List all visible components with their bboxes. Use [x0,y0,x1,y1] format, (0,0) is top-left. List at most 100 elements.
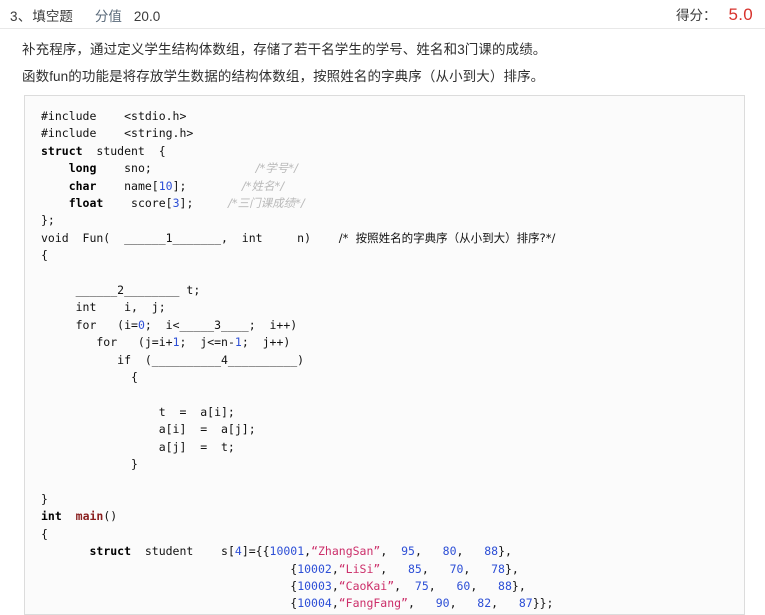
code-token: ; j++) [241,335,291,350]
code-token: student s[ [131,544,235,559]
code-token: 75 [414,578,429,593]
code-line: float score[3]; /*三门课成绩*/ [41,196,305,210]
question-header-left: 3、 填空题 分值 20.0 [10,5,160,25]
code-token: , [470,578,499,593]
code-token: ]; [172,178,242,193]
question-type-label: 填空题 [32,9,73,24]
code-token: 90 [435,596,450,611]
code-token: <string.h> [124,126,194,141]
code-token: , [456,544,485,559]
code-line: #include <stdio.h> [41,109,186,123]
code-token: for (j=i+ [41,335,173,350]
code-line: ______2________ t; [41,283,201,298]
points-label: 分值 [94,9,122,24]
code-line: int i, j; [41,300,166,314]
code-token: “CaoKai” [338,578,395,593]
code-token: }; [41,213,55,228]
code-token: if (__________4__________) [41,352,305,367]
code-token: 60 [456,578,471,593]
code-line: a[i] = a[j]; [41,422,256,436]
code-line: } [41,492,48,506]
code-token: 10002 [297,561,332,576]
code-line: { [41,248,48,262]
code-token: /*三门课成绩*/ [227,196,305,211]
code-token: 4 [234,544,242,559]
code-line: { [41,370,138,384]
code-token: 3 [172,196,180,211]
code-token: struct [41,143,83,158]
code-line: int main() [41,509,117,523]
code-token: 87 [518,596,533,611]
code-token: int [41,509,62,524]
code-token: ; i<_____3____; i++) [144,317,298,332]
code-line: }; [41,213,55,227]
code-token: 0 [137,317,145,332]
code-line: } [41,457,138,471]
code-token: float [68,196,104,211]
points-value: 20.0 [133,9,161,24]
code-line: {10003,“CaoKai”, 75, 60, 88}, [41,579,526,593]
code-token: } [41,491,48,506]
code-token: }, [498,544,512,559]
code-token: main [75,509,104,524]
code-token: , [428,578,457,593]
code-token: <stdio.h> [124,109,187,123]
code-line: #include <string.h> [41,126,193,140]
code-token: /* 按照姓名的字典序（从小到大）排序?*/ [338,230,556,245]
description-line-2: 函数fun的功能是将存放学生数据的结构体数组，按照姓名的字典序（从小到大）排序。 [22,69,545,84]
code-token: ; j<=n- [179,335,235,350]
code-token: int i, j; [41,300,166,315]
code-token: , [331,578,339,593]
code-token: score[ [103,196,173,211]
description-line-1: 补充程序，通过定义学生结构体数组，存储了若干名学生的学号、姓名和3门课的成绩。 [22,42,547,57]
code-line: {10004,“FangFang”, 90, 82, 87}}; [41,596,553,610]
code-token: { [41,561,298,576]
code-token: , [331,596,339,611]
code-line: void Fun( ______1_______, int n) /* 按照姓名… [41,231,555,245]
code-token: /*姓名*/ [241,178,285,193]
code-token: char [68,178,97,193]
code-token: “FangFang” [338,596,408,611]
code-token: t = a[i]; [41,404,235,419]
code-token: }}; [532,596,554,611]
code-token: 88 [498,578,512,593]
code-token: 82 [477,596,492,611]
question-description: 补充程序，通过定义学生结构体数组，存储了若干名学生的学号、姓名和3门课的成绩。 … [0,29,765,88]
code-token: () [103,509,118,524]
code-line: long sno; /*学号*/ [41,161,298,175]
code-token: 1 [172,335,180,350]
code-token: ]; [179,196,228,211]
code-token: for (i= [41,317,138,332]
code-token: 80 [442,544,457,559]
code-token: 10003 [297,578,332,593]
score-value: 5.0 [728,5,753,24]
code-token: #include [41,109,125,123]
code-line: for (i=0; i<_____3____; i++) [41,317,298,332]
code-token: , [463,561,492,576]
code-token: ______2________ t; [41,283,201,298]
code-token: , [408,596,436,611]
code-token: ]={{ [241,544,270,559]
code-token: , [380,544,402,559]
code-token: #include [41,126,125,141]
question-index: 3、 [10,9,32,24]
code-token: }, [504,561,519,576]
code-token: 10004 [297,596,332,611]
code-token: /*学号*/ [255,161,298,176]
code-token: { [41,526,48,541]
code-line: for (j=i+1; j<=n-1; j++) [41,335,290,349]
code-token: “LiSi” [338,561,381,576]
question-header-right: 得分： 5.0 [676,4,753,25]
code-token: { [41,596,298,611]
code-line: {10002,“LiSi”, 85, 70, 78}, [41,562,519,576]
code-token: , [380,561,408,576]
code-line: char name[10]; /*姓名*/ [41,179,284,193]
code-token: void Fun( ______1_______, int n) [41,230,339,245]
code-line: struct student s[4]={{10001,“ZhangSan”, … [41,544,512,559]
code-token: , [449,596,478,611]
code-token: sno; [96,161,256,176]
code-token: a[j] = t; [41,439,235,454]
code-token: , [331,561,339,576]
